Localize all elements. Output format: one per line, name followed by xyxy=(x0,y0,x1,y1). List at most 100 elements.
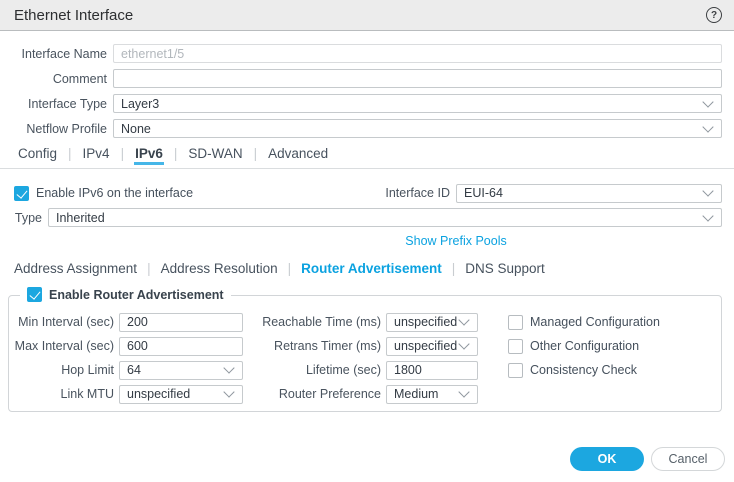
router-advertisement-group: Enable Router Advertisement Min Interval… xyxy=(8,295,722,412)
interface-type-label: Interface Type xyxy=(0,97,107,111)
interface-type-value: Layer3 xyxy=(121,97,159,111)
help-icon[interactable]: ? xyxy=(706,7,722,23)
tab-separator: | xyxy=(254,146,258,165)
enable-router-advertisement-checkbox[interactable] xyxy=(27,287,42,302)
netflow-profile-row: Netflow Profile None xyxy=(0,119,722,138)
enable-router-advertisement-label: Enable Router Advertisement xyxy=(49,288,224,302)
enable-ipv6-label: Enable IPv6 on the interface xyxy=(36,186,193,200)
retrans-timer-select[interactable]: unspecified xyxy=(386,337,478,356)
link-mtu-label: Link MTU xyxy=(9,387,114,401)
tab-separator: | xyxy=(68,146,72,165)
reachable-time-value: unspecified xyxy=(394,315,457,329)
ra-row-1: Min Interval (sec) Reachable Time (ms) u… xyxy=(9,312,721,332)
subtab-separator: | xyxy=(147,261,151,276)
subtab-router-advertisement[interactable]: Router Advertisement xyxy=(301,261,442,276)
tab-config[interactable]: Config xyxy=(17,146,58,165)
hop-limit-select[interactable]: 64 xyxy=(119,361,243,380)
managed-configuration-checkbox[interactable] xyxy=(508,315,523,330)
general-form: Interface Name Comment Interface Type La… xyxy=(0,44,734,138)
tab-advanced[interactable]: Advanced xyxy=(267,146,329,165)
router-preference-value: Medium xyxy=(394,387,438,401)
lifetime-label: Lifetime (sec) xyxy=(248,363,381,377)
subtab-separator: | xyxy=(452,261,456,276)
reachable-time-select[interactable]: unspecified xyxy=(386,313,478,332)
interface-id-value: EUI-64 xyxy=(464,186,503,200)
ok-button[interactable]: OK xyxy=(570,447,644,471)
tab-separator: | xyxy=(174,146,178,165)
ra-row-3: Hop Limit 64 Lifetime (sec) Consistency … xyxy=(9,360,721,380)
show-prefix-pools-link[interactable]: Show Prefix Pools xyxy=(405,234,506,248)
interface-name-field xyxy=(113,44,722,63)
hop-limit-label: Hop Limit xyxy=(9,363,114,377)
dialog-title: Ethernet Interface xyxy=(14,7,133,24)
tab-bar: Config | IPv4 | IPv6 | SD-WAN | Advanced xyxy=(17,144,734,165)
ipv6-type-value: Inherited xyxy=(56,211,105,225)
ipv6-type-row: Type Inherited xyxy=(0,208,722,227)
router-advertisement-legend: Enable Router Advertisement xyxy=(20,287,231,302)
chevron-down-icon xyxy=(458,386,469,397)
min-interval-label: Min Interval (sec) xyxy=(9,315,114,329)
interface-name-label: Interface Name xyxy=(0,47,107,61)
netflow-profile-label: Netflow Profile xyxy=(0,122,107,136)
ra-row-4: Link MTU unspecified Router Preference M… xyxy=(9,384,721,404)
dialog-header: Ethernet Interface ? xyxy=(0,0,734,31)
tab-divider xyxy=(0,168,734,169)
managed-configuration-option: Managed Configuration xyxy=(508,315,660,330)
ipv6-type-select[interactable]: Inherited xyxy=(48,208,722,227)
hop-limit-value: 64 xyxy=(127,363,141,377)
subtab-address-assignment[interactable]: Address Assignment xyxy=(14,261,137,276)
comment-label: Comment xyxy=(0,72,107,86)
chevron-down-icon xyxy=(702,185,713,196)
interface-id-label: Interface ID xyxy=(385,186,450,200)
prefix-pools-row: Show Prefix Pools xyxy=(0,234,734,250)
other-configuration-checkbox[interactable] xyxy=(508,339,523,354)
managed-configuration-label: Managed Configuration xyxy=(530,315,660,329)
interface-type-select[interactable]: Layer3 xyxy=(113,94,722,113)
tab-ipv4[interactable]: IPv4 xyxy=(82,146,111,165)
interface-id-select[interactable]: EUI-64 xyxy=(456,184,722,203)
min-interval-field[interactable] xyxy=(119,313,243,332)
chevron-down-icon xyxy=(223,386,234,397)
netflow-profile-value: None xyxy=(121,122,151,136)
other-configuration-option: Other Configuration xyxy=(508,339,639,354)
consistency-check-checkbox[interactable] xyxy=(508,363,523,378)
tab-ipv6[interactable]: IPv6 xyxy=(134,146,164,165)
ethernet-interface-dialog: Ethernet Interface ? Interface Name Comm… xyxy=(0,0,734,482)
subtab-separator: | xyxy=(288,261,292,276)
router-preference-select[interactable]: Medium xyxy=(386,385,478,404)
interface-type-row: Interface Type Layer3 xyxy=(0,94,722,113)
chevron-down-icon xyxy=(223,362,234,373)
max-interval-label: Max Interval (sec) xyxy=(9,339,114,353)
consistency-check-option: Consistency Check xyxy=(508,363,637,378)
tab-sd-wan[interactable]: SD-WAN xyxy=(187,146,243,165)
cancel-button[interactable]: Cancel xyxy=(651,447,725,471)
subtab-dns-support[interactable]: DNS Support xyxy=(465,261,545,276)
router-preference-label: Router Preference xyxy=(248,387,381,401)
reachable-time-label: Reachable Time (ms) xyxy=(248,315,381,329)
chevron-down-icon xyxy=(458,314,469,325)
chevron-down-icon xyxy=(702,121,713,132)
lifetime-field[interactable] xyxy=(386,361,478,380)
retrans-timer-value: unspecified xyxy=(394,339,457,353)
other-configuration-label: Other Configuration xyxy=(530,339,639,353)
subtab-bar: Address Assignment | Address Resolution … xyxy=(14,260,734,277)
retrans-timer-label: Retrans Timer (ms) xyxy=(248,339,381,353)
netflow-profile-select[interactable]: None xyxy=(113,119,722,138)
comment-field[interactable] xyxy=(113,69,722,88)
ipv6-enable-row: Enable IPv6 on the interface Interface I… xyxy=(14,183,722,203)
chevron-down-icon xyxy=(702,210,713,221)
chevron-down-icon xyxy=(702,96,713,107)
enable-ipv6-checkbox[interactable] xyxy=(14,186,29,201)
chevron-down-icon xyxy=(458,338,469,349)
dialog-footer: OK Cancel xyxy=(0,447,725,471)
ra-row-2: Max Interval (sec) Retrans Timer (ms) un… xyxy=(9,336,721,356)
link-mtu-value: unspecified xyxy=(127,387,190,401)
tab-separator: | xyxy=(121,146,125,165)
consistency-check-label: Consistency Check xyxy=(530,363,637,377)
link-mtu-select[interactable]: unspecified xyxy=(119,385,243,404)
max-interval-field[interactable] xyxy=(119,337,243,356)
interface-name-row: Interface Name xyxy=(0,44,722,63)
comment-row: Comment xyxy=(0,69,722,88)
subtab-address-resolution[interactable]: Address Resolution xyxy=(161,261,278,276)
ipv6-type-label: Type xyxy=(0,211,42,225)
